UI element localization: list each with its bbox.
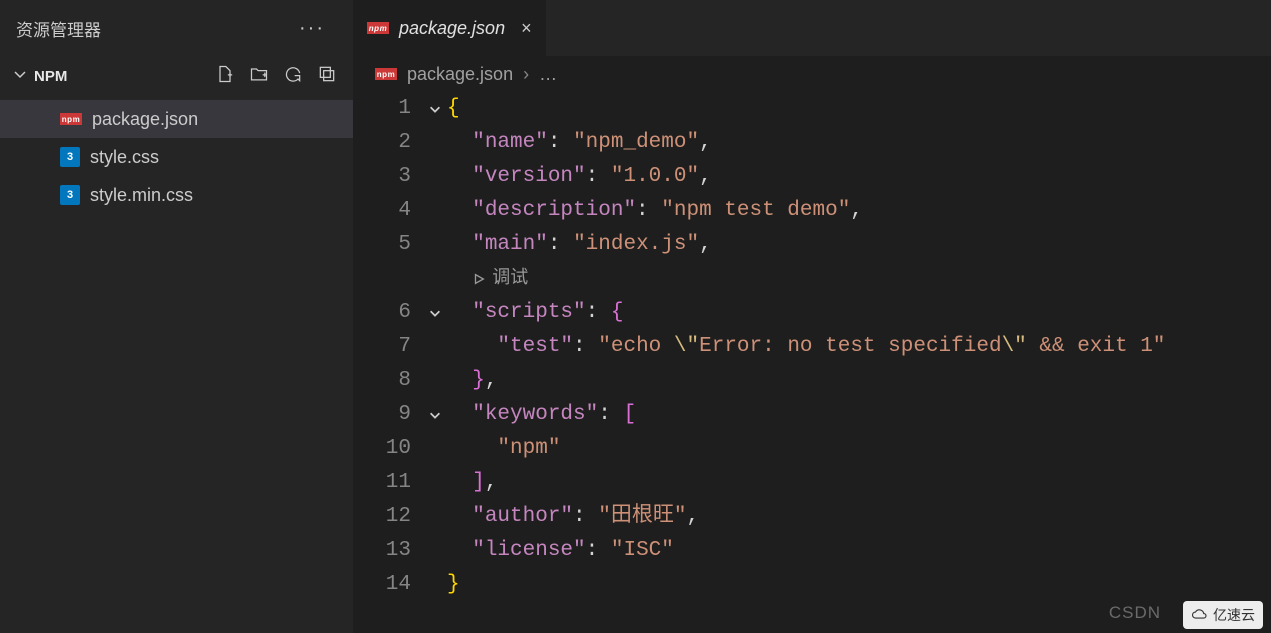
explorer-sidebar: 资源管理器 ··· NPM npm package.json 3 style.c… <box>0 0 353 633</box>
npm-icon: npm <box>375 68 397 80</box>
watermark-yisu: 亿速云 <box>1183 601 1263 629</box>
tab-bar: npm package.json × <box>353 0 1271 56</box>
file-name: style.css <box>90 147 159 168</box>
editor-area: npm package.json × npm package.json › … … <box>353 0 1271 633</box>
folder-name: NPM <box>34 68 67 85</box>
fold-icon[interactable] <box>423 296 447 330</box>
file-item-style-min-css[interactable]: 3 style.min.css <box>0 176 353 214</box>
folder-actions <box>215 64 345 88</box>
fold-icon[interactable] <box>423 92 447 126</box>
close-icon[interactable]: × <box>521 18 532 39</box>
tab-package-json[interactable]: npm package.json × <box>353 0 546 56</box>
chevron-right-icon: › <box>523 64 529 85</box>
file-item-style-css[interactable]: 3 style.css <box>0 138 353 176</box>
line-number: 13 <box>353 534 423 568</box>
tab-title: package.json <box>399 18 505 39</box>
more-actions-icon[interactable]: ··· <box>299 17 337 40</box>
line-number: 1 <box>353 92 423 126</box>
line-number: 11 <box>353 466 423 500</box>
line-number: 7 <box>353 330 423 364</box>
watermark-csdn: CSDN <box>1109 603 1161 623</box>
line-number: 5 <box>353 228 423 262</box>
file-item-package-json[interactable]: npm package.json <box>0 100 353 138</box>
line-number: 3 <box>353 160 423 194</box>
line-number: 8 <box>353 364 423 398</box>
file-name: style.min.css <box>90 185 193 206</box>
debug-codelens[interactable]: 调试 <box>472 262 528 296</box>
npm-icon: npm <box>60 113 82 125</box>
chevron-down-icon <box>12 66 28 86</box>
line-number: 10 <box>353 432 423 466</box>
css-icon: 3 <box>60 185 80 205</box>
breadcrumb-more: … <box>539 64 557 85</box>
line-number: 14 <box>353 568 423 602</box>
breadcrumb-file: package.json <box>407 64 513 85</box>
line-number: 9 <box>353 398 423 432</box>
explorer-title: 资源管理器 <box>16 16 101 41</box>
css-icon: 3 <box>60 147 80 167</box>
new-file-icon[interactable] <box>215 64 235 88</box>
file-name: package.json <box>92 109 198 130</box>
fold-icon[interactable] <box>423 398 447 432</box>
line-number: 2 <box>353 126 423 160</box>
explorer-header: 资源管理器 ··· <box>0 0 353 56</box>
refresh-icon[interactable] <box>283 64 303 88</box>
file-list: npm package.json 3 style.css 3 style.min… <box>0 96 353 214</box>
new-folder-icon[interactable] <box>249 64 269 88</box>
line-number: 12 <box>353 500 423 534</box>
line-number: 6 <box>353 296 423 330</box>
npm-icon: npm <box>367 22 389 34</box>
folder-section-header[interactable]: NPM <box>0 56 353 96</box>
collapse-icon[interactable] <box>317 64 337 88</box>
line-number: 4 <box>353 194 423 228</box>
code-editor[interactable]: 1{ 2 "name": "npm_demo", 3 "version": "1… <box>353 92 1271 602</box>
breadcrumb[interactable]: npm package.json › … <box>353 56 1271 92</box>
